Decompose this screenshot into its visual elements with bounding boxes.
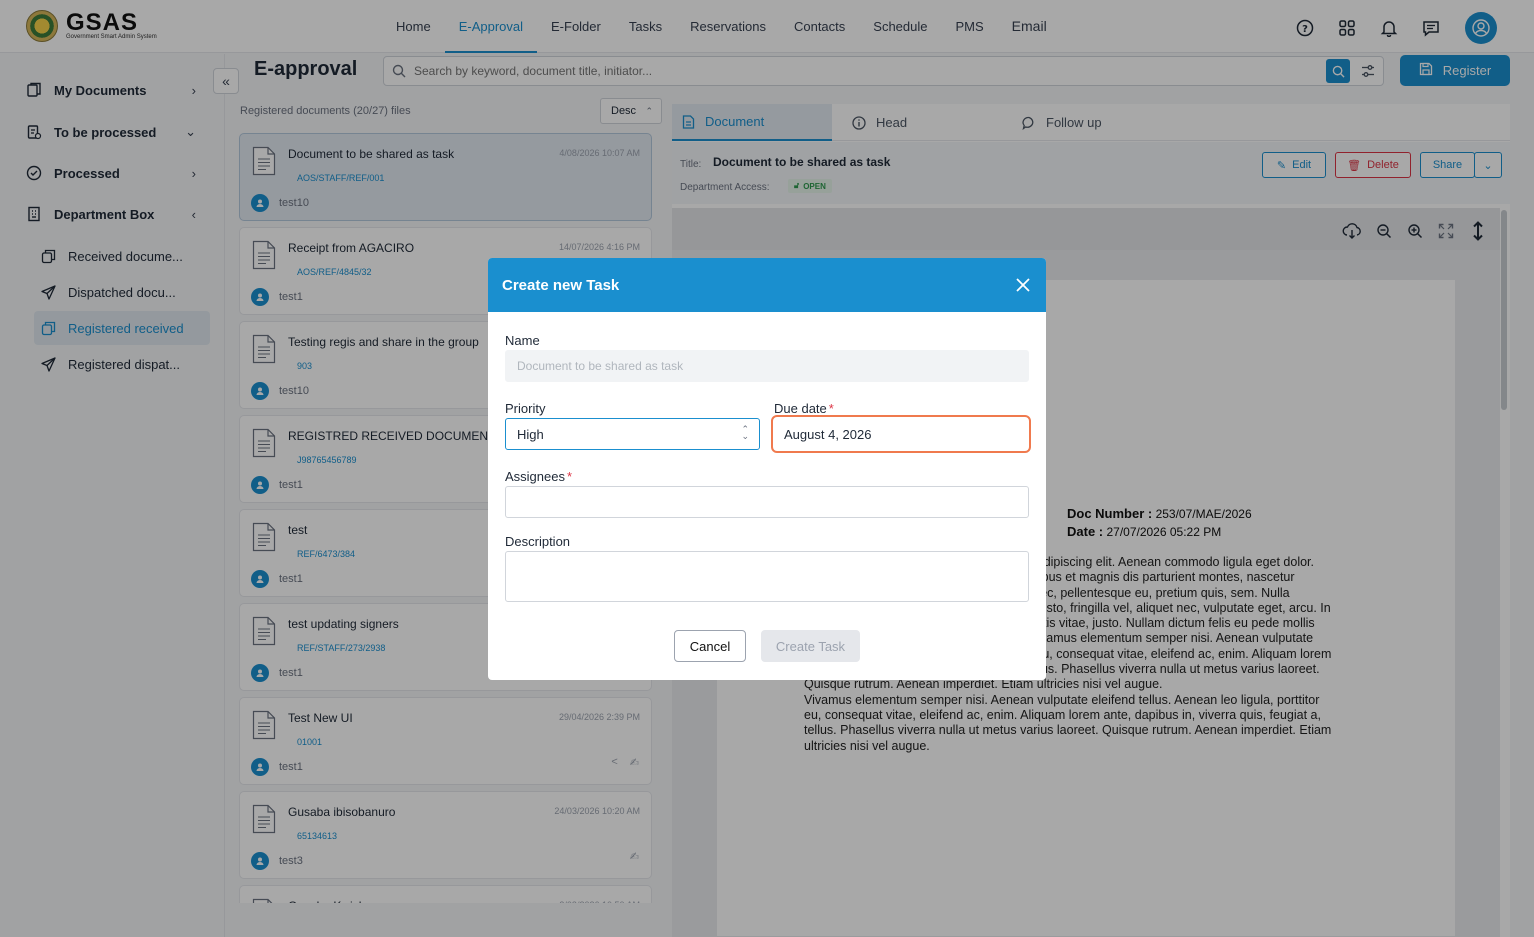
close-icon[interactable] — [1014, 276, 1032, 294]
assignees-label: Assignees * — [505, 469, 573, 484]
required-mark: * — [566, 469, 573, 484]
create-task-modal: Create new Task Name Document to be shar… — [488, 258, 1046, 680]
priority-label: Priority — [505, 401, 546, 416]
modal-title: Create new Task — [502, 277, 620, 294]
required-mark: * — [828, 401, 834, 416]
name-label: Name — [505, 333, 540, 348]
modal-header: Create new Task — [488, 258, 1046, 312]
priority-value: High — [517, 426, 544, 442]
assignees-field[interactable] — [505, 486, 1029, 518]
cancel-button[interactable]: Cancel — [674, 630, 746, 662]
task-name-field: Document to be shared as task — [505, 350, 1029, 382]
due-date-value: August 4, 2026 — [784, 426, 872, 442]
create-task-button[interactable]: Create Task — [761, 630, 860, 662]
select-arrows-icon: ⌃ ⌄ — [741, 424, 749, 441]
description-label: Description — [505, 534, 571, 549]
due-date-field[interactable]: August 4, 2026 — [771, 415, 1031, 453]
priority-select[interactable]: High ⌃ ⌄ — [505, 418, 760, 450]
due-date-label: Due date * — [774, 401, 834, 416]
description-textarea[interactable] — [505, 551, 1029, 602]
